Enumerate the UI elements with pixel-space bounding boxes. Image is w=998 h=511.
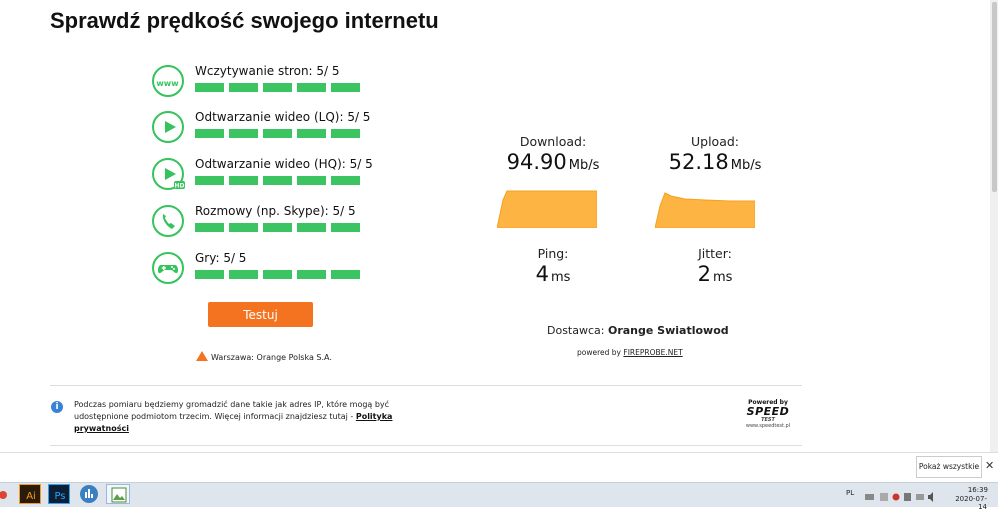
language-indicator[interactable]: PL (846, 489, 854, 497)
upload-value: 52.18 Mb/s (668, 150, 762, 174)
rating-video-lq: Odtwarzanie wideo (LQ): 5/ 5 (152, 110, 382, 147)
close-icon[interactable]: ✕ (985, 459, 994, 472)
rating-label: Odtwarzanie wideo (HQ): 5/ 5 (195, 157, 373, 171)
server-marker-icon (196, 351, 208, 361)
divider (50, 445, 802, 446)
rating-calls: Rozmowy (np. Skype): 5/ 5 (152, 204, 382, 241)
server-info: Warszawa: Orange Polska S.A. (196, 351, 332, 362)
play-icon (152, 111, 184, 143)
retest-button[interactable]: Testuj ponownie (208, 302, 313, 347)
page-title: Sprawdź prędkość swojego internetu (50, 8, 439, 33)
illustrator-icon[interactable]: Ai (19, 484, 41, 504)
rating-bars (195, 270, 360, 279)
system-tray-icons[interactable] (864, 488, 936, 502)
chart-app-icon[interactable] (78, 484, 100, 504)
jitter-value: 2 ms (697, 262, 733, 286)
show-all-downloads-button[interactable]: Pokaż wszystkie (916, 456, 982, 478)
rating-label: Gry: 5/ 5 (195, 251, 247, 265)
start-icon[interactable] (0, 484, 10, 504)
rating-bars (195, 129, 360, 138)
phone-icon (152, 205, 184, 237)
rating-bars (195, 83, 360, 92)
info-icon: i (51, 401, 63, 413)
download-bar (0, 452, 998, 483)
clock-date[interactable]: 2020-07-14 (949, 495, 987, 511)
svg-text:HD: HD (174, 183, 184, 190)
svg-text:Ps: Ps (54, 491, 65, 502)
divider (50, 385, 802, 386)
ping-value: 4 ms (535, 262, 571, 286)
rating-video-hq: HD Odtwarzanie wideo (HQ): 5/ 5 (152, 157, 382, 194)
rating-label: Odtwarzanie wideo (LQ): 5/ 5 (195, 110, 371, 124)
image-viewer-icon[interactable] (106, 484, 130, 504)
rating-bars (195, 223, 360, 232)
clock-time[interactable]: 16:39 (958, 486, 988, 494)
rating-games: Gry: 5/ 5 (152, 251, 382, 288)
provider-name: Orange Swiatlowod (607, 324, 729, 337)
scrollbar-thumb[interactable] (992, 2, 997, 192)
fireprobe-link[interactable]: FIREPROBE.NET (623, 348, 682, 357)
photoshop-icon[interactable]: Ps (48, 484, 70, 504)
svg-text:www: www (156, 79, 179, 88)
powered-by: powered by FIREPROBE.NET (577, 348, 683, 357)
provider-info: Dostawca: Orange Swiatlowod (547, 324, 729, 337)
download-label: Download: (519, 134, 587, 149)
rating-label: Rozmowy (np. Skype): 5/ 5 (195, 204, 356, 218)
upload-graph (655, 192, 755, 228)
rating-bars (195, 176, 360, 185)
download-graph (497, 190, 597, 228)
www-icon: www (152, 65, 184, 97)
rating-label: Wczytywanie stron: 5/ 5 (195, 64, 340, 78)
ping-label: Ping: (537, 246, 569, 261)
jitter-label: Jitter: (698, 246, 732, 261)
upload-label: Upload: (690, 134, 739, 149)
gamepad-icon (152, 252, 184, 284)
provider-label: Dostawca: (547, 324, 605, 337)
server-label: Warszawa: Orange Polska S.A. (211, 353, 332, 362)
rating-www: www Wczytywanie stron: 5/ 5 (152, 64, 382, 101)
speedtest-logo: Powered by SPEED TEST www.speedtest.pl (745, 399, 791, 429)
svg-text:Ai: Ai (26, 491, 36, 502)
play-hd-icon: HD (152, 158, 185, 190)
download-value: 94.90 Mb/s (506, 150, 600, 174)
privacy-notice: Podczas pomiaru będziemy gromadzić dane … (74, 400, 393, 433)
